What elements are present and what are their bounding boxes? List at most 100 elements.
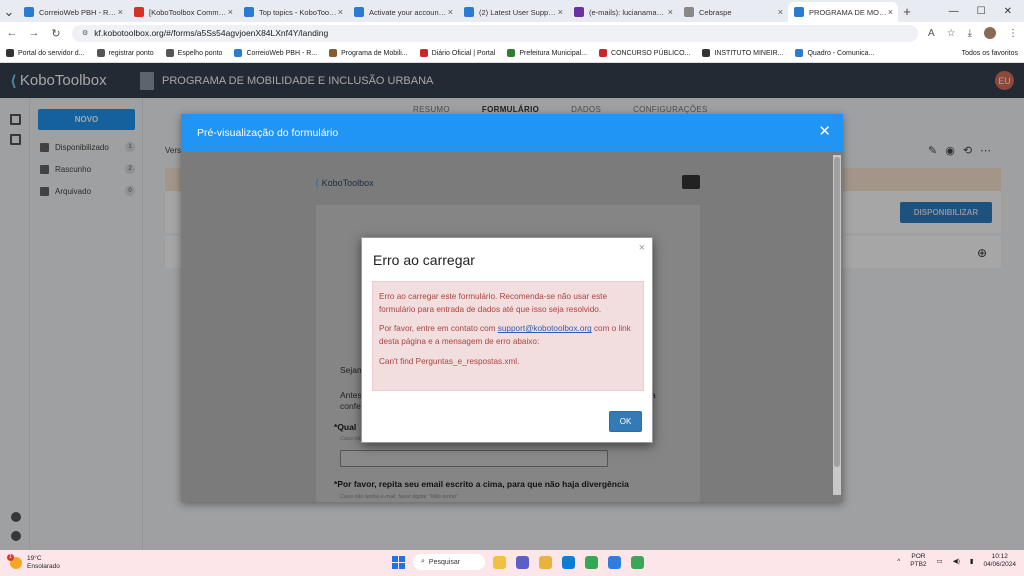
browser-tab[interactable]: PROGRAMA DE MOBILIDAD× (788, 2, 898, 22)
error-message-1: Erro ao carregar este formulário. Recome… (379, 292, 607, 315)
bookmark-item[interactable]: Portal do servidor d... (6, 49, 85, 57)
file-explorer-icon[interactable] (493, 555, 506, 569)
browser-tab-bar: ⌄ CorreioWeb PBH - Registr×[KoboToolbox … (0, 0, 1024, 22)
tab-close-icon[interactable]: × (118, 7, 123, 17)
sun-icon: 1 (7, 554, 22, 569)
bookmark-label: Portal do servidor d... (18, 49, 85, 57)
bookmark-item[interactable]: CONCURSO PÚBLICO... (599, 49, 690, 57)
print-icon[interactable] (682, 175, 700, 189)
browser-tab[interactable]: Cebraspe × (678, 2, 788, 22)
tab-close-icon[interactable]: × (228, 7, 233, 17)
tab-close-icon[interactable]: × (558, 7, 563, 17)
windows-start-icon[interactable] (392, 555, 405, 569)
tab-close-icon[interactable]: × (668, 7, 673, 17)
tab-favicon-icon (354, 7, 364, 17)
question-1-label: *Qual (334, 422, 356, 432)
bookmark-item[interactable]: Espelho ponto (165, 49, 222, 57)
store-icon[interactable] (608, 555, 621, 569)
tab-favicon-icon (464, 7, 474, 17)
weather-text: 19°C Ensolarado (27, 555, 60, 571)
tab-label: Activate your account - Ko (369, 7, 447, 17)
bookmark-item[interactable]: INSTITUTO MINEIR... (702, 49, 783, 57)
menu-kebab-icon[interactable]: ⋮ (1008, 28, 1018, 39)
tray-expand-icon[interactable]: ^ (897, 558, 900, 565)
tab-close-icon[interactable]: × (888, 7, 893, 17)
teams-icon[interactable] (516, 555, 529, 569)
bookmark-item[interactable]: Diário Oficial | Portal (419, 49, 495, 57)
browser-tab[interactable]: Activate your account - Ko× (348, 2, 458, 22)
tab-close-icon[interactable]: × (338, 7, 343, 17)
bookmark-label: Prefeitura Municipal... (519, 49, 588, 57)
tab-list: CorreioWeb PBH - Registr×[KoboToolbox Co… (18, 2, 898, 22)
project-app-icon[interactable] (631, 555, 644, 569)
tab-label: CorreioWeb PBH - Registr (39, 7, 117, 17)
browser-tab[interactable]: [KoboToolbox Community]× (128, 2, 238, 22)
close-window-icon[interactable]: ✕ (1004, 6, 1012, 17)
bookmark-star-icon[interactable]: ☆ (947, 28, 956, 39)
network-icon[interactable]: ▭ (937, 557, 943, 565)
error-message-box: Erro ao carregar este formulário. Recome… (372, 281, 644, 391)
search-icon: ⌕ (421, 558, 425, 565)
browser-actions: A ☆ ⤓ ⋮ (928, 27, 1018, 39)
scrollbar-thumb[interactable] (834, 157, 840, 467)
edge-icon[interactable] (562, 555, 575, 569)
tab-label: (2) Latest User Support to (479, 7, 557, 17)
chrome-icon[interactable] (585, 555, 598, 569)
bookmark-item[interactable]: CorreioWeb PBH - R... (234, 49, 317, 57)
error-message-2-pre: Por favor, entre em contato com (379, 324, 498, 334)
battery-icon[interactable]: ▮ (970, 557, 974, 565)
tab-label: Top topics - KoboToolbox (259, 7, 337, 17)
weather-badge: 1 (7, 554, 14, 561)
bookmarks-bar: Portal do servidor d... registrar ponto Es… (0, 44, 1024, 63)
bookmark-item[interactable]: Quadro - Comunica... (795, 49, 874, 57)
taskbar-search[interactable]: ⌕ Pesquisar (413, 554, 485, 570)
bookmark-favicon-icon (702, 49, 711, 57)
tab-search-icon[interactable]: ⌄ (0, 2, 18, 22)
tab-close-icon[interactable]: × (448, 7, 453, 17)
support-email-link[interactable]: support@kobotoolbox.org (498, 324, 592, 333)
download-icon[interactable]: ⤓ (968, 28, 972, 39)
bookmark-favicon-icon (599, 49, 608, 57)
site-info-icon[interactable]: ⚙ (82, 29, 88, 37)
error-dialog: × Erro ao carregar Erro ao carregar este… (361, 237, 653, 443)
url-field[interactable]: ⚙ kf.kobotoolbox.org/#/forms/a5Ss54agvjo… (72, 24, 918, 42)
error-detail: Can't find Perguntas_e_respostas.xml. (379, 356, 520, 366)
bookmark-label: Quadro - Comunica... (807, 49, 875, 57)
folder-icon[interactable] (539, 555, 552, 569)
tab-favicon-icon (24, 7, 34, 17)
volume-icon[interactable]: ◀) (953, 557, 960, 565)
browser-tab[interactable]: (e-mails): lucianamascare × (568, 2, 678, 22)
new-tab-button[interactable]: + (898, 2, 916, 22)
bookmark-item[interactable]: Programa de Mobili... (329, 49, 408, 57)
question-2-hint: Caso não tenha e-mail, favor digitar "Nã… (340, 494, 458, 500)
translate-icon[interactable]: A (928, 28, 935, 39)
weather-widget[interactable]: 1 19°C Ensolarado (0, 554, 60, 571)
close-icon[interactable]: ✕ (818, 122, 831, 140)
preview-scrollbar[interactable] (833, 155, 841, 495)
ok-button[interactable]: OK (609, 411, 642, 432)
bookmark-favicon-icon (507, 49, 516, 57)
email-field[interactable] (340, 450, 608, 467)
bookmark-item[interactable]: registrar ponto (96, 49, 154, 57)
bookmark-favicon-icon (165, 49, 174, 57)
forward-icon[interactable]: → (28, 27, 40, 39)
clock[interactable]: 10:12 04/06/2024 (983, 553, 1016, 570)
bookmark-favicon-icon (419, 49, 428, 57)
maximize-icon[interactable]: ☐ (977, 6, 986, 17)
all-bookmarks[interactable]: Todos os favoritos (958, 50, 1018, 57)
reload-icon[interactable]: ↻ (50, 27, 62, 40)
temperature: 19°C (27, 555, 42, 563)
back-icon[interactable]: ← (6, 27, 18, 39)
bookmark-item[interactable]: Prefeitura Municipal... (507, 49, 587, 57)
close-icon[interactable]: × (639, 242, 645, 254)
minimize-icon[interactable]: — (949, 6, 959, 17)
tab-close-icon[interactable]: × (778, 7, 783, 17)
profile-avatar[interactable] (984, 27, 996, 39)
browser-tab[interactable]: (2) Latest User Support to × (458, 2, 568, 22)
browser-tab[interactable]: CorreioWeb PBH - Registr× (18, 2, 128, 22)
tab-favicon-icon (574, 7, 584, 17)
system-tray: ^ POR PTB2 ▭ ◀) ▮ 10:12 04/06/2024 (897, 553, 1016, 570)
browser-tab[interactable]: Top topics - KoboToolbox × (238, 2, 348, 22)
error-message-2: Por favor, entre em contato com support@… (379, 322, 637, 348)
language-indicator[interactable]: POR PTB2 (910, 553, 926, 570)
